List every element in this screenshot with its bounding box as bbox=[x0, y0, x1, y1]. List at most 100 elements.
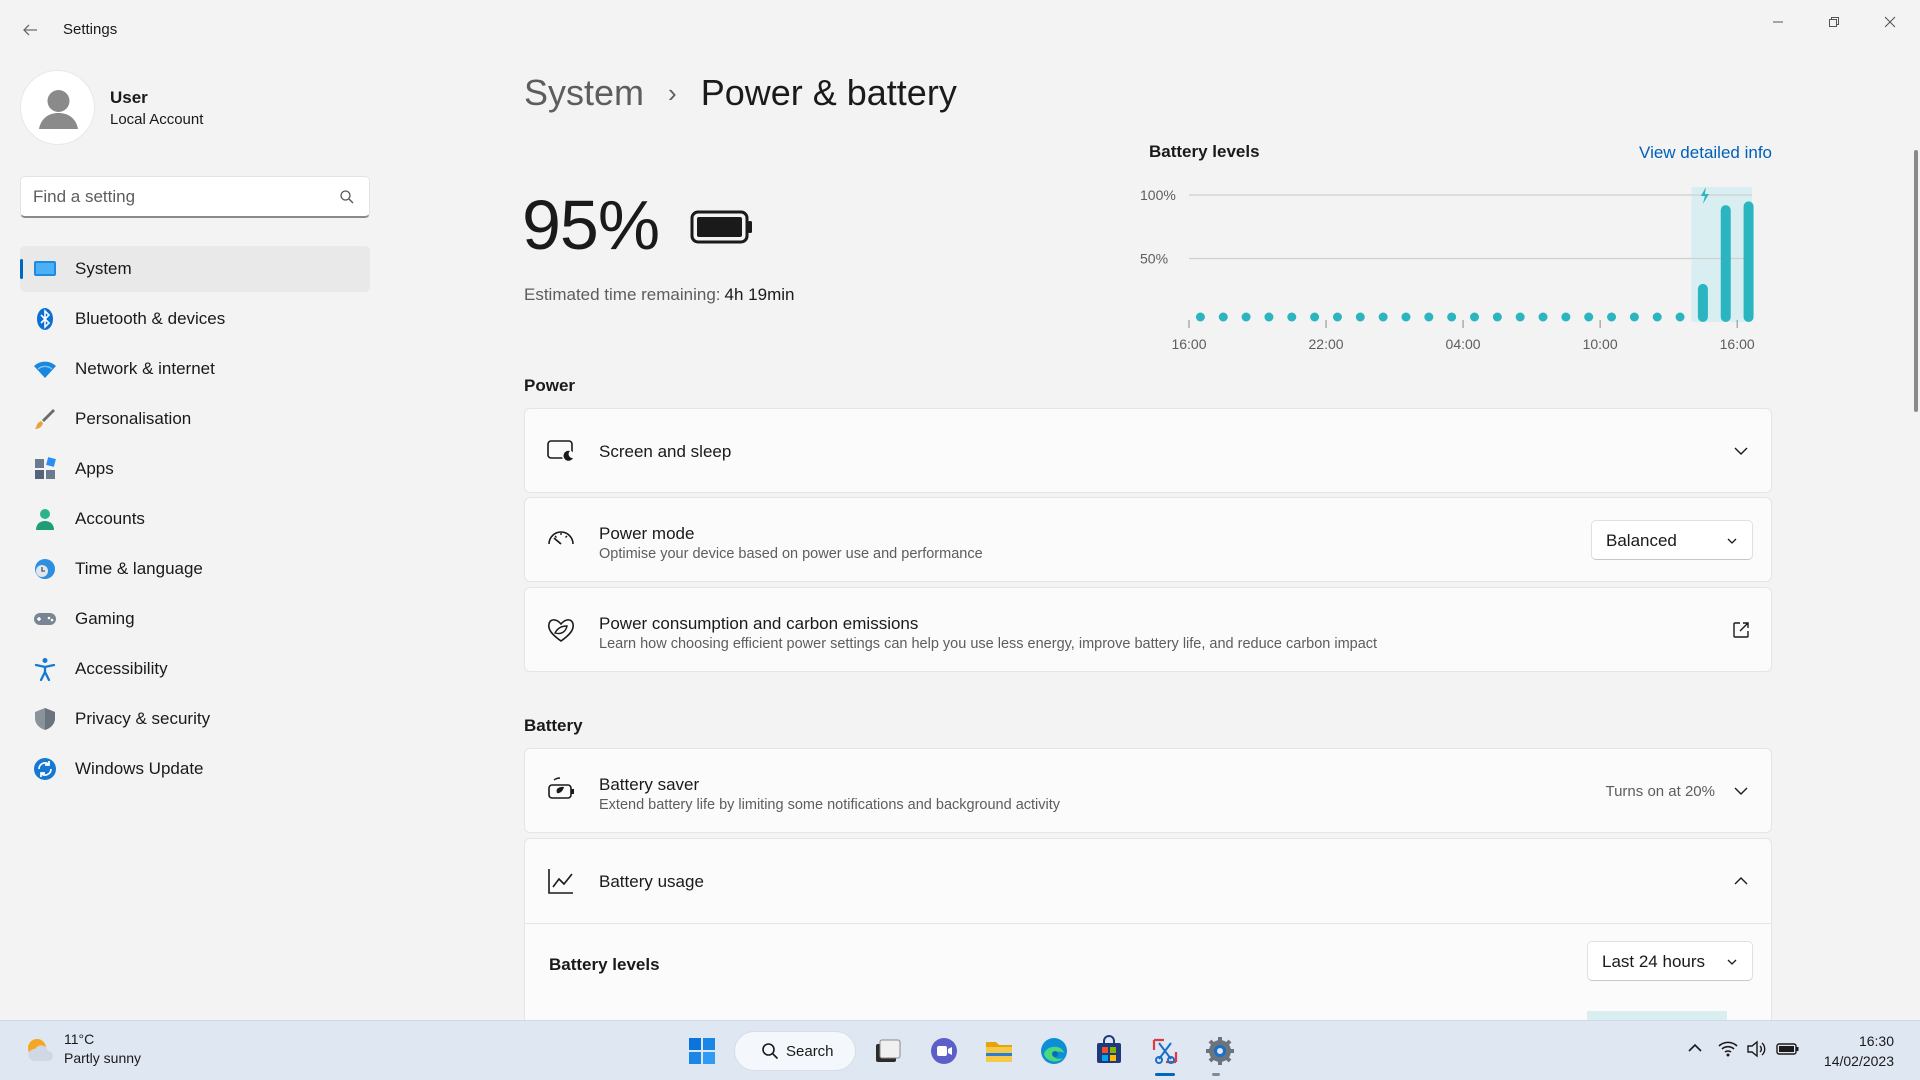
restore-button[interactable] bbox=[1811, 6, 1857, 38]
power-consumption-card[interactable]: Power consumption and carbon emissions L… bbox=[524, 587, 1772, 672]
card-subtitle: Learn how choosing efficient power setti… bbox=[599, 636, 1378, 652]
sidebar-item-accessibility[interactable]: Accessibility bbox=[20, 646, 370, 692]
sidebar-nav: System Bluetooth & devices Network & int… bbox=[20, 246, 370, 796]
view-detailed-info-link[interactable]: View detailed info bbox=[1639, 143, 1772, 163]
search-box[interactable] bbox=[20, 176, 370, 218]
x-tick-label: 10:00 bbox=[1583, 336, 1618, 352]
sidebar-item-apps[interactable]: Apps bbox=[20, 446, 370, 492]
x-tick-label: 04:00 bbox=[1446, 336, 1481, 352]
time-range-dropdown[interactable]: Last 24 hours bbox=[1587, 941, 1753, 981]
sidebar-item-label: Bluetooth & devices bbox=[75, 309, 226, 328]
back-button[interactable] bbox=[14, 14, 46, 46]
power-mode-gauge-icon bbox=[548, 531, 574, 545]
y-tick-label: 100% bbox=[1140, 187, 1176, 203]
battery-level-bar bbox=[1743, 201, 1754, 322]
battery-level-dot bbox=[1538, 312, 1548, 322]
battery-tray-icon[interactable] bbox=[1776, 1039, 1800, 1059]
card-title: Power consumption and carbon emissions bbox=[599, 614, 919, 633]
edge-browser-icon[interactable] bbox=[1038, 1035, 1070, 1067]
user-name: User bbox=[110, 88, 148, 107]
start-icon[interactable] bbox=[686, 1035, 718, 1067]
sidebar-item-accounts[interactable]: Accounts bbox=[20, 496, 370, 542]
power-section-label: Power bbox=[524, 376, 576, 395]
system-icon bbox=[34, 261, 56, 276]
leaf-heart-icon bbox=[548, 619, 574, 642]
sidebar-item-label: System bbox=[75, 259, 132, 278]
chevron-down-icon[interactable] bbox=[1731, 781, 1751, 801]
restore-icon bbox=[1829, 17, 1839, 27]
minimize-button[interactable] bbox=[1755, 6, 1801, 38]
chevron-down-icon bbox=[1727, 538, 1737, 544]
sidebar-item-label: Time & language bbox=[75, 559, 203, 578]
battery-level-bar bbox=[1697, 283, 1708, 322]
sidebar-item-label: Accessibility bbox=[75, 659, 168, 678]
power-mode-dropdown[interactable]: Balanced bbox=[1591, 520, 1753, 560]
battery-level-dot bbox=[1241, 312, 1251, 322]
search-input[interactable] bbox=[33, 186, 323, 208]
file-explorer-icon[interactable] bbox=[983, 1035, 1015, 1067]
battery-level-dot bbox=[1424, 312, 1434, 322]
task-view-icon[interactable] bbox=[871, 1035, 903, 1067]
avatar bbox=[20, 70, 95, 145]
taskbar-search[interactable]: Search bbox=[734, 1031, 856, 1071]
sidebar-item-label: Windows Update bbox=[75, 759, 204, 778]
battery-section-label: Battery bbox=[524, 716, 583, 735]
screen-and-sleep-card[interactable]: Screen and sleep bbox=[524, 408, 1772, 493]
battery-level-dot bbox=[1195, 312, 1205, 322]
battery-saver-icon bbox=[548, 777, 574, 799]
chevron-up-icon[interactable] bbox=[1686, 1039, 1704, 1057]
microsoft-store-icon[interactable] bbox=[1093, 1035, 1125, 1067]
active-indicator bbox=[20, 259, 23, 279]
battery-usage-header[interactable]: Battery usage bbox=[525, 839, 1771, 923]
shield-icon bbox=[35, 708, 55, 730]
sidebar-item-bluetooth[interactable]: Bluetooth & devices bbox=[20, 296, 370, 342]
person-avatar-icon bbox=[39, 90, 78, 129]
sidebar-item-system[interactable]: System bbox=[20, 246, 370, 292]
scrollbar-thumb[interactable] bbox=[1914, 150, 1918, 412]
battery-level-dot bbox=[1652, 312, 1662, 322]
sidebar-item-network[interactable]: Network & internet bbox=[20, 346, 370, 392]
power-mode-card: Power mode Optimise your device based on… bbox=[524, 497, 1772, 582]
card-title: Screen and sleep bbox=[599, 442, 732, 461]
battery-level-dot bbox=[1561, 312, 1571, 322]
chart-title: Battery levels bbox=[1149, 142, 1260, 161]
battery-level-dot bbox=[1470, 312, 1479, 322]
brush-icon bbox=[35, 409, 55, 429]
settings-gear-icon[interactable] bbox=[1204, 1035, 1236, 1067]
sidebar-item-windows-update[interactable]: Windows Update bbox=[20, 746, 370, 792]
breadcrumb-parent[interactable]: System bbox=[524, 72, 644, 114]
wifi-icon[interactable] bbox=[1718, 1039, 1738, 1059]
card-title: Battery saver bbox=[599, 775, 700, 794]
clock[interactable]: 16:30 14/02/2023 bbox=[1824, 1031, 1894, 1071]
battery-level-dot bbox=[1675, 312, 1685, 322]
volume-icon[interactable] bbox=[1746, 1039, 1766, 1059]
battery-level-dot bbox=[1264, 312, 1274, 322]
divider bbox=[525, 923, 1771, 924]
clock-globe-icon bbox=[35, 559, 55, 579]
gamepad-icon bbox=[34, 613, 56, 625]
sidebar-item-gaming[interactable]: Gaming bbox=[20, 596, 370, 642]
user-profile[interactable]: User Local Account bbox=[20, 70, 360, 146]
chevron-down-icon bbox=[1727, 959, 1737, 965]
breadcrumb: System › Power & battery bbox=[524, 72, 957, 114]
battery-level-dot bbox=[1629, 312, 1639, 322]
breadcrumb-separator: › bbox=[668, 77, 677, 108]
external-link-icon[interactable] bbox=[1731, 620, 1751, 640]
battery-saver-status: Turns on at 20% bbox=[1605, 783, 1715, 800]
card-subtitle: Optimise your device based on power use … bbox=[599, 546, 983, 562]
sidebar-item-personalisation[interactable]: Personalisation bbox=[20, 396, 370, 442]
chevron-down-icon[interactable] bbox=[1731, 441, 1751, 461]
partly-sunny-icon bbox=[28, 1039, 53, 1061]
snipping-tool-icon[interactable] bbox=[1149, 1035, 1181, 1067]
sidebar-item-label: Privacy & security bbox=[75, 709, 211, 728]
battery-saver-card[interactable]: Battery saver Extend battery life by lim… bbox=[524, 748, 1772, 833]
sidebar-item-label: Personalisation bbox=[75, 409, 192, 428]
battery-level-dot bbox=[1310, 312, 1320, 322]
sidebar-item-privacy[interactable]: Privacy & security bbox=[20, 696, 370, 742]
teams-chat-icon[interactable] bbox=[928, 1035, 960, 1067]
bluetooth-icon bbox=[37, 308, 53, 330]
close-button[interactable] bbox=[1867, 6, 1913, 38]
sidebar-item-time-language[interactable]: Time & language bbox=[20, 546, 370, 592]
battery-level-dot bbox=[1515, 312, 1525, 322]
battery-level-dot bbox=[1287, 312, 1297, 322]
